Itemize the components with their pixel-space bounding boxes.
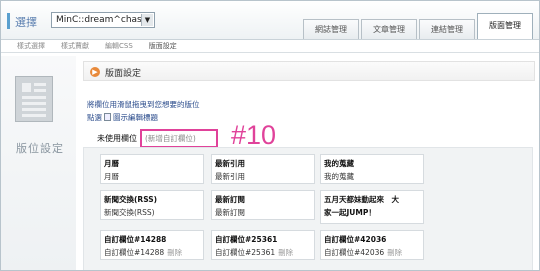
field-card-body: 自訂欄位#42036 刪除 <box>324 247 402 258</box>
left-panel-title: 版位設定 <box>16 142 64 155</box>
subnav-layout-settings[interactable]: 版面設定 <box>149 40 177 52</box>
field-card-title: 五月天都妹動起來 大 <box>324 195 399 204</box>
field-card-title: 最新引用 <box>215 159 245 168</box>
section-header: ▶ 版面設定 <box>83 61 535 81</box>
field-card-body: 新聞交換(RSS) <box>104 208 155 217</box>
layout-document-icon <box>15 76 53 122</box>
remove-field-link[interactable]: 刪除 <box>167 248 182 257</box>
add-custom-field-link[interactable]: (新增自訂欄位) <box>140 129 218 148</box>
header: 選擇 MinC::dream^chaser ▼ 網誌管理 文章管理 連結管理 版… <box>1 1 539 39</box>
subnav-style-contribute[interactable]: 樣式賈獻 <box>61 40 89 52</box>
main-tabs: 網誌管理 文章管理 連結管理 版面管理 <box>301 13 533 39</box>
field-card[interactable]: 我的蒐藏 我的蒐藏 <box>320 154 424 184</box>
field-card-title: 最新訂閱 <box>215 195 245 204</box>
field-card-body: 最新訂閱 <box>215 208 245 217</box>
field-card[interactable]: 自訂欄位#25361 自訂欄位#25361 刪除 <box>211 230 315 260</box>
section-title: 版面設定 <box>105 69 142 79</box>
field-card[interactable]: 最新訂閱 最新訂閱 <box>211 190 315 220</box>
field-card-body: 月曆 <box>104 172 119 181</box>
field-card[interactable]: 月曆 月曆 <box>100 154 204 184</box>
remove-field-link[interactable]: 刪除 <box>278 248 293 257</box>
main-content: ▶ 版面設定 將欄位用滑鼠拖曳到您想要的版位 點選 圖示編輯標題 未使用欄位 (新… <box>83 61 535 270</box>
field-card[interactable]: 新聞交換(RSS) 新聞交換(RSS) <box>100 190 204 220</box>
field-card-title-cont: 家一起JUMP！ <box>324 208 376 217</box>
subnav-edit-css[interactable]: 編輯CSS <box>105 40 133 52</box>
field-card-body-text: 自訂欄位#42036 <box>324 248 385 257</box>
field-card-title: 新聞交換(RSS) <box>104 195 158 204</box>
field-card-body: 最新引用 <box>215 172 245 181</box>
field-card-title: 我的蒐藏 <box>324 159 354 168</box>
fields-grid: 月曆 月曆 最新引用 最新引用 我的蒐藏 我的蒐藏 新聞交換(RSS) 新聞交換… <box>83 147 533 270</box>
field-card-title: 月曆 <box>104 159 119 168</box>
field-card-title: 自訂欄位#14288 <box>104 235 167 244</box>
drag-hint: 將欄位用滑鼠拖曳到您想要的版位 <box>87 100 200 109</box>
left-panel: 版位設定 <box>1 56 76 270</box>
sub-navigation: 樣式選擇 樣式賈獻 編輯CSS 版面設定 <box>1 39 539 53</box>
blog-select[interactable]: MinC::dream^chaser ▼ <box>51 12 155 28</box>
unused-fields-label: 未使用欄位 <box>97 134 137 143</box>
field-card-body-text: 自訂欄位#14288 <box>104 248 165 257</box>
edit-title-link[interactable]: 圖示編輯標題 <box>113 113 158 122</box>
field-card[interactable]: 五月天都妹動起來 大 家一起JUMP！ <box>320 190 424 224</box>
field-card[interactable]: 自訂欄位#42036 自訂欄位#42036 刪除 <box>320 230 424 260</box>
blog-select-value: MinC::dream^chaser <box>56 15 151 25</box>
tab-layout-manage[interactable]: 版面管理 <box>477 13 533 39</box>
tab-link-manage[interactable]: 連結管理 <box>419 19 475 39</box>
app-frame: 選擇 MinC::dream^chaser ▼ 網誌管理 文章管理 連結管理 版… <box>0 0 540 271</box>
tab-blog-manage[interactable]: 網誌管理 <box>303 19 359 39</box>
edit-links: 點選 圖示編輯標題 <box>87 112 158 123</box>
field-card-title: 自訂欄位#25361 <box>215 235 278 244</box>
picture-icon[interactable] <box>104 113 111 121</box>
field-card[interactable]: 最新引用 最新引用 <box>211 154 315 184</box>
select-label: 選擇 <box>15 16 37 29</box>
arrow-right-icon: ▶ <box>90 67 100 77</box>
remove-field-link[interactable]: 刪除 <box>387 248 402 257</box>
field-card-body: 我的蒐藏 <box>324 172 354 181</box>
accent-bar <box>7 13 10 29</box>
field-card-body-text: 自訂欄位#25361 <box>215 248 276 257</box>
chevron-down-icon[interactable]: ▼ <box>141 14 153 26</box>
field-card-title: 自訂欄位#42036 <box>324 235 387 244</box>
subnav-style-select[interactable]: 樣式選擇 <box>17 40 45 52</box>
field-card-body: 自訂欄位#25361 刪除 <box>215 247 293 258</box>
tab-article-manage[interactable]: 文章管理 <box>361 19 417 39</box>
field-card-body: 自訂欄位#14288 刪除 <box>104 247 182 258</box>
click-link[interactable]: 點選 <box>87 113 102 122</box>
field-card[interactable]: 自訂欄位#14288 自訂欄位#14288 刪除 <box>100 230 204 260</box>
